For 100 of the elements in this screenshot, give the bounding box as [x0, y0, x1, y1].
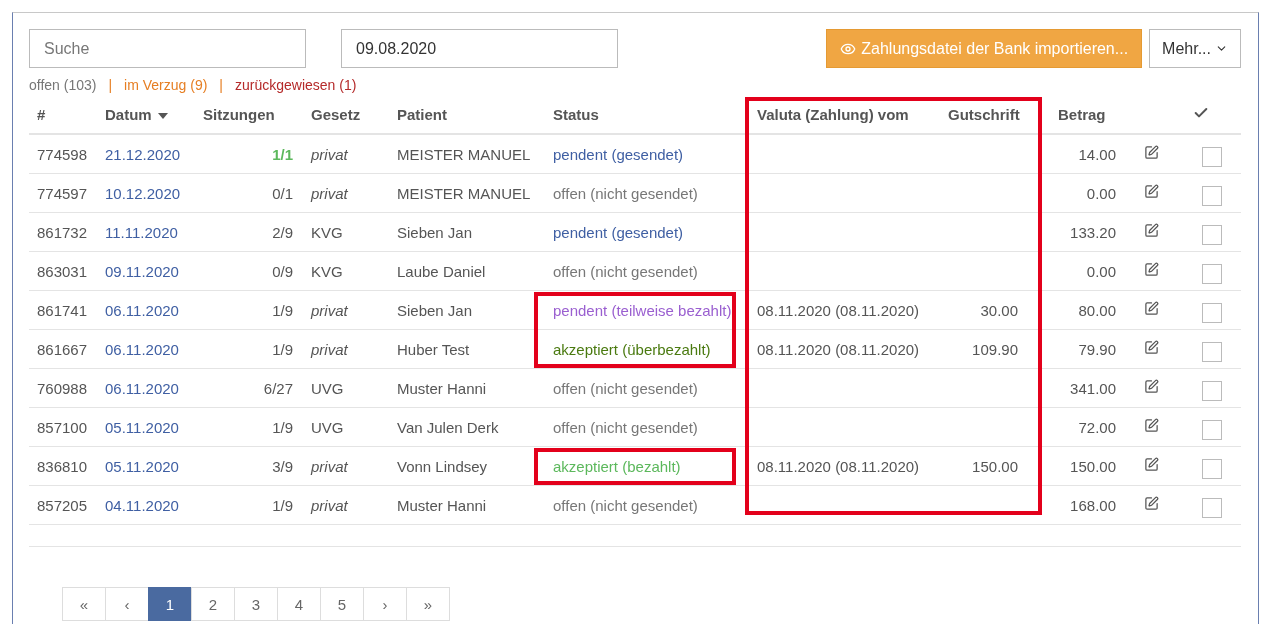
- date-link[interactable]: 21.12.2020: [105, 145, 181, 163]
- separator: |: [219, 77, 223, 93]
- row-checkbox[interactable]: [1202, 498, 1222, 518]
- patient-name: Sieben Jan: [397, 223, 473, 241]
- filter-link[interactable]: zurückgewiesen (1): [235, 77, 357, 93]
- law-type: privat: [311, 457, 348, 475]
- date-link[interactable]: 05.11.2020: [105, 418, 179, 436]
- amount: 14.00: [1078, 145, 1116, 163]
- invoice-number: 857100: [37, 418, 88, 436]
- amount: 72.00: [1078, 418, 1116, 436]
- filter-link[interactable]: offen (103): [29, 77, 97, 93]
- law-type: KVG: [311, 262, 343, 280]
- status-text: offen (nicht gesendet): [553, 184, 698, 202]
- patient-name: MEISTER MANUEL: [397, 145, 531, 163]
- sessions-count: 1/1: [272, 145, 293, 163]
- page-link[interactable]: ‹: [105, 587, 149, 621]
- patient-name: Vonn Lindsey: [397, 457, 488, 475]
- page-link[interactable]: 1: [148, 587, 192, 621]
- separator: |: [108, 77, 113, 93]
- page-link[interactable]: ›: [363, 587, 407, 621]
- status-text: pendent (gesendet): [553, 145, 684, 163]
- invoice-number: 774597: [37, 184, 88, 202]
- column-header[interactable]: Datum: [105, 105, 168, 123]
- date-link[interactable]: 06.11.2020: [105, 379, 179, 397]
- edit-icon[interactable]: [1144, 262, 1159, 277]
- page-link[interactable]: 2: [191, 587, 235, 621]
- row-checkbox[interactable]: [1202, 342, 1222, 362]
- page-link[interactable]: 4: [277, 587, 321, 621]
- status-text: offen (nicht gesendet): [553, 496, 698, 514]
- page-link[interactable]: «: [62, 587, 106, 621]
- edit-icon[interactable]: [1144, 418, 1159, 433]
- law-type: privat: [311, 496, 348, 514]
- date-link[interactable]: 04.11.2020: [105, 496, 179, 514]
- amount: 0.00: [1086, 262, 1116, 280]
- status-text: akzeptiert (bezahlt): [553, 457, 681, 475]
- column-header[interactable]: Betrag: [1058, 105, 1106, 123]
- date-link[interactable]: 05.11.2020: [105, 457, 179, 475]
- row-checkbox[interactable]: [1202, 459, 1222, 479]
- amount: 150.00: [1070, 457, 1116, 475]
- law-type: UVG: [311, 379, 344, 397]
- row-checkbox[interactable]: [1202, 303, 1222, 323]
- credit-amount: 150.00: [972, 457, 1018, 475]
- edit-icon[interactable]: [1144, 184, 1159, 199]
- date-link[interactable]: 06.11.2020: [105, 301, 179, 319]
- sessions-count: 3/9: [272, 457, 293, 475]
- page-link[interactable]: 5: [320, 587, 364, 621]
- sessions-count: 0/9: [272, 262, 293, 280]
- date-link[interactable]: 10.12.2020: [105, 184, 181, 202]
- status-text: pendent (gesendet): [553, 223, 684, 241]
- date-link[interactable]: 06.11.2020: [105, 340, 179, 358]
- patient-name: Sieben Jan: [397, 301, 473, 319]
- column-header[interactable]: Gutschrift: [948, 105, 1020, 123]
- page-link[interactable]: »: [406, 587, 450, 621]
- column-header[interactable]: Patient: [397, 105, 447, 123]
- amount: 79.90: [1078, 340, 1116, 358]
- more-button[interactable]: Mehr...: [1149, 29, 1241, 68]
- patient-name: Muster Hanni: [397, 379, 487, 397]
- sessions-count: 1/9: [272, 301, 293, 319]
- column-header[interactable]: Status: [553, 105, 599, 123]
- search-field[interactable]: Suche: [29, 29, 306, 68]
- law-type: UVG: [311, 418, 344, 436]
- date-field[interactable]: 09.08.2020: [341, 29, 618, 68]
- column-header[interactable]: Gesetz: [311, 105, 361, 123]
- credit-amount: 109.90: [972, 340, 1018, 358]
- page-link[interactable]: 3: [234, 587, 278, 621]
- amount: 341.00: [1070, 379, 1116, 397]
- patient-name: Huber Test: [397, 340, 470, 358]
- patient-name: Muster Hanni: [397, 496, 487, 514]
- law-type: KVG: [311, 223, 343, 241]
- row-checkbox[interactable]: [1202, 264, 1222, 284]
- edit-icon[interactable]: [1144, 145, 1159, 160]
- edit-icon[interactable]: [1144, 496, 1159, 511]
- sessions-count: 6/27: [263, 379, 293, 397]
- amount: 0.00: [1086, 184, 1116, 202]
- edit-icon[interactable]: [1144, 223, 1159, 238]
- sessions-count: 2/9: [272, 223, 293, 241]
- status-text: akzeptiert (überbezahlt): [553, 340, 711, 358]
- row-checkbox[interactable]: [1202, 381, 1222, 401]
- status-text: offen (nicht gesendet): [553, 379, 698, 397]
- sessions-count: 1/9: [272, 496, 293, 514]
- row-checkbox[interactable]: [1202, 420, 1222, 440]
- date-link[interactable]: 11.11.2020: [105, 223, 178, 241]
- edit-icon[interactable]: [1144, 340, 1159, 355]
- valuta-date: 08.11.2020 (08.11.2020): [757, 301, 920, 319]
- sessions-count: 0/1: [272, 184, 293, 202]
- row-checkbox[interactable]: [1202, 225, 1222, 245]
- row-checkbox[interactable]: [1202, 147, 1222, 167]
- law-type: privat: [311, 340, 348, 358]
- invoice-number: 861741: [37, 301, 88, 319]
- column-header[interactable]: Sitzungen: [203, 105, 275, 123]
- column-header[interactable]: #: [37, 105, 46, 123]
- column-header[interactable]: Valuta (Zahlung) vom: [757, 105, 909, 123]
- row-checkbox[interactable]: [1202, 186, 1222, 206]
- edit-icon[interactable]: [1144, 301, 1159, 316]
- patient-name: Van Julen Derk: [397, 418, 499, 436]
- invoice-number: 857205: [37, 496, 88, 514]
- status-text: pendent (teilweise bezahlt): [553, 301, 732, 319]
- date-link[interactable]: 09.11.2020: [105, 262, 179, 280]
- edit-icon[interactable]: [1144, 457, 1159, 472]
- edit-icon[interactable]: [1144, 379, 1159, 394]
